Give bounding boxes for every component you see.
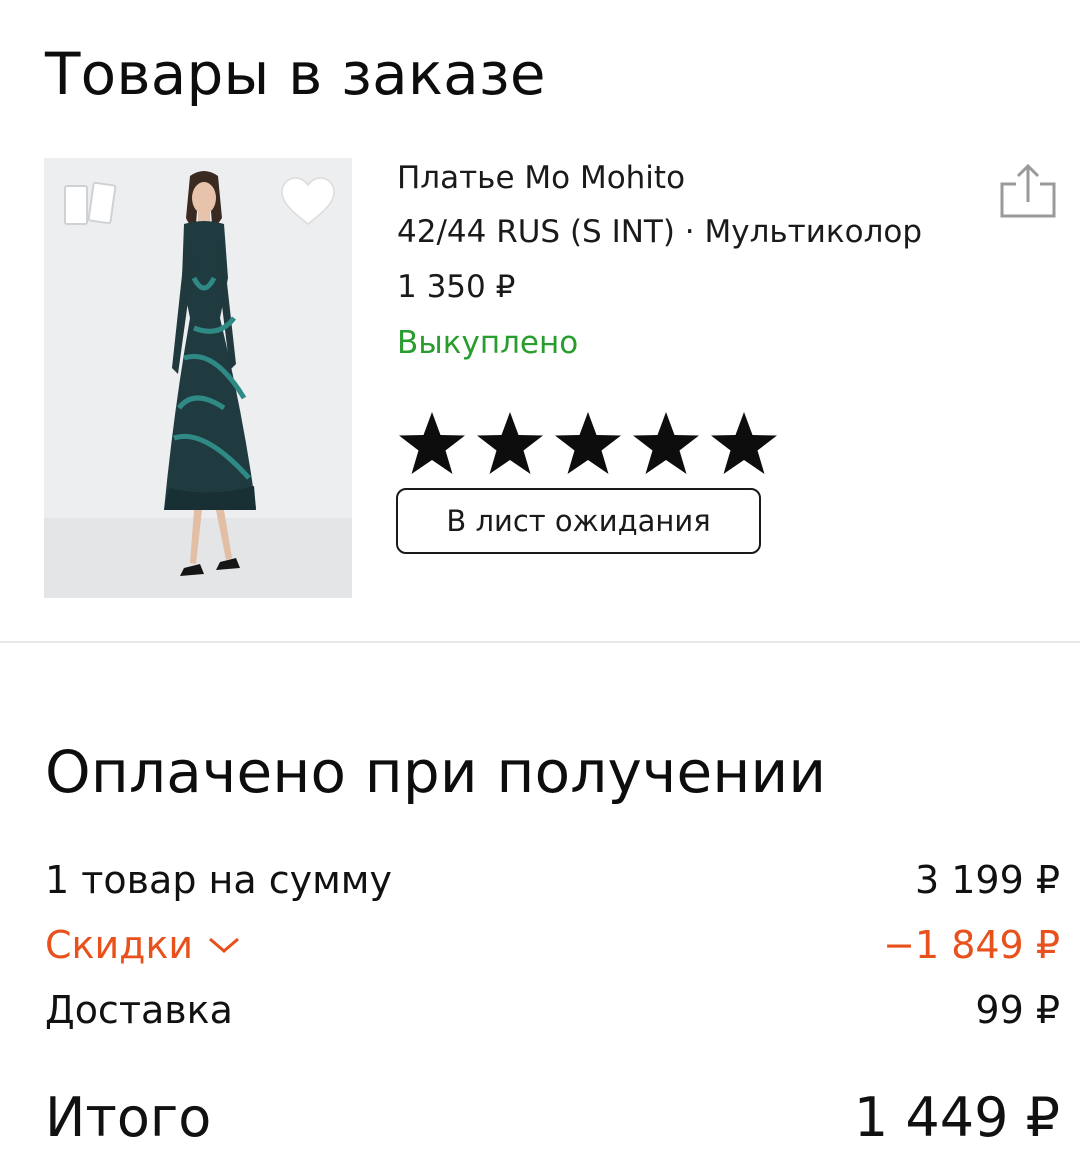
delivery-label: Доставка <box>45 988 233 1032</box>
waitlist-button[interactable]: В лист ожидания <box>396 488 761 554</box>
chevron-down-icon <box>209 937 240 953</box>
discount-toggle[interactable]: Скидки <box>45 923 241 967</box>
discount-row: Скидки −1 849 ₽ <box>45 923 1060 967</box>
total-row: Итого 1 449 ₽ <box>45 1086 1060 1149</box>
total-label: Итого <box>45 1086 212 1149</box>
star-icon[interactable] <box>474 410 546 478</box>
heart-icon[interactable] <box>280 176 336 228</box>
subtotal-row: 1 товар на сумму 3 199 ₽ <box>45 858 1060 902</box>
rating-stars[interactable] <box>396 410 780 480</box>
divider <box>0 641 1080 643</box>
share-icon[interactable] <box>998 162 1058 220</box>
product-variant: 42/44 RUS (S INT) · Мультиколор <box>397 214 923 250</box>
star-icon[interactable] <box>630 410 702 478</box>
product-price: 1 350 ₽ <box>397 269 516 305</box>
subtotal-value: 3 199 ₽ <box>914 858 1060 902</box>
compare-icon[interactable] <box>62 180 118 230</box>
product-image[interactable] <box>44 158 352 598</box>
delivery-row: Доставка 99 ₽ <box>45 988 1060 1032</box>
discount-label: Скидки <box>45 923 194 967</box>
star-icon[interactable] <box>708 410 780 478</box>
status-badge: Выкуплено <box>397 325 579 361</box>
payment-title: Оплачено при получении <box>45 738 827 806</box>
subtotal-label: 1 товар на сумму <box>45 858 392 902</box>
total-value: 1 449 ₽ <box>853 1086 1060 1149</box>
star-icon[interactable] <box>396 410 468 478</box>
page-title: Товары в заказе <box>45 40 546 108</box>
product-name[interactable]: Платье Mo Mohito <box>397 160 685 196</box>
discount-value: −1 849 ₽ <box>883 923 1060 967</box>
star-icon[interactable] <box>552 410 624 478</box>
delivery-value: 99 ₽ <box>975 988 1060 1032</box>
